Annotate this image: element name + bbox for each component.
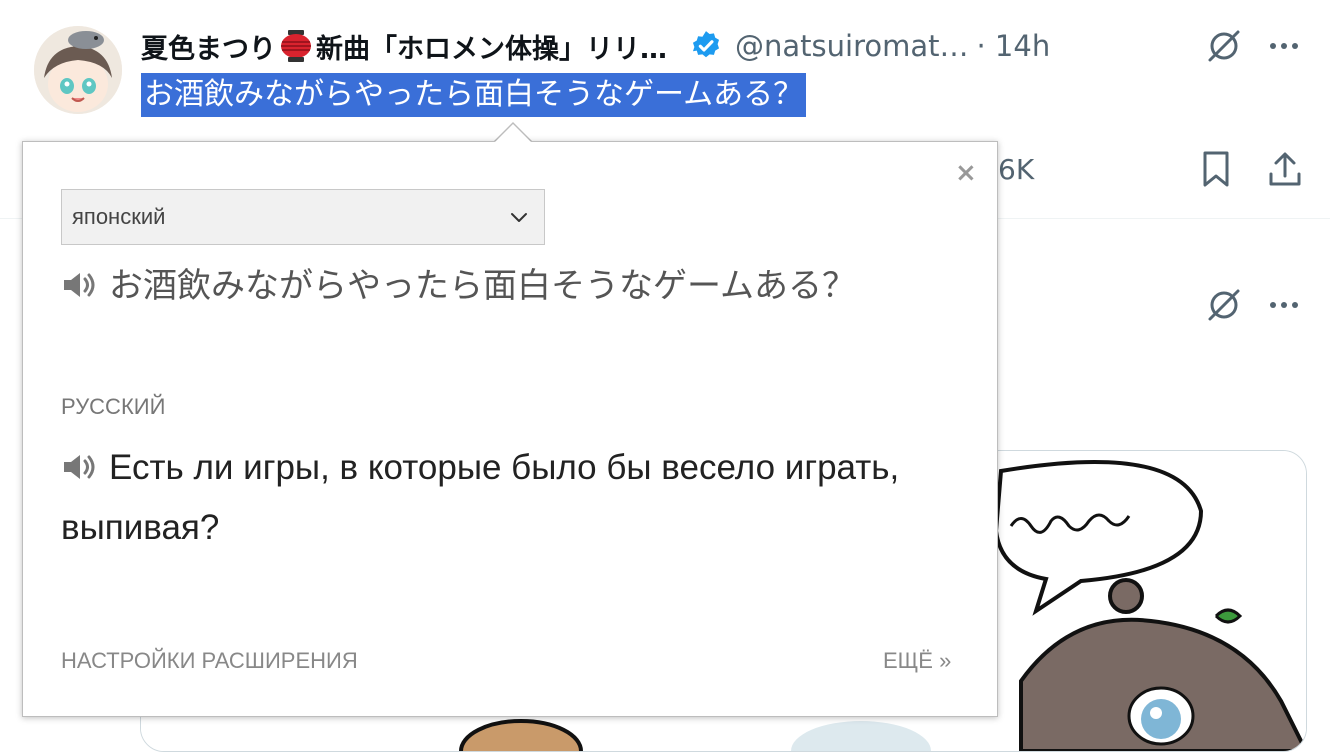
speaker-icon[interactable] <box>61 452 97 482</box>
author-avatar[interactable] <box>34 26 122 114</box>
target-language-label: РУССКИЙ <box>61 394 166 419</box>
more-icon[interactable] <box>1266 287 1302 323</box>
popup-arrow-inner <box>495 124 531 142</box>
speaker-icon[interactable] <box>61 270 97 300</box>
bookmark-icon[interactable] <box>1198 150 1234 188</box>
translator-popup: × японский お酒飲みながらやったら面白そうなゲームある？ РУССКИ… <box>22 141 998 717</box>
more-link[interactable]: ЕЩЁ » <box>883 648 951 674</box>
tweet-timestamp[interactable]: · 14h <box>977 29 1051 63</box>
more-icon[interactable] <box>1266 28 1302 64</box>
translated-text: Есть ли игры, в которые было бы весело и… <box>61 448 900 547</box>
source-text: お酒飲みながらやったら面白そうなゲームある？ <box>109 266 856 306</box>
translation-block: Есть ли игры, в которые было бы весело и… <box>61 438 941 558</box>
author-name-continued[interactable]: 新曲「ホロメン体操」リリ… <box>316 27 667 66</box>
share-icon[interactable] <box>1266 150 1304 188</box>
close-icon[interactable]: × <box>955 160 977 186</box>
source-text-block: お酒飲みながらやったら面白そうなゲームある？ <box>61 256 941 316</box>
extension-settings-link[interactable]: НАСТРОЙКИ РАСШИРЕНИЯ <box>61 648 358 674</box>
author-name[interactable]: 夏色まつり <box>141 27 276 66</box>
author-handle[interactable]: @natsuiromat… <box>735 29 969 63</box>
chevron-down-icon <box>511 213 527 222</box>
tweet-author-row: 夏色まつり 新曲「ホロメン体操」リリ… @natsuiromat… · 14h <box>141 24 1330 68</box>
grok-icon[interactable] <box>1206 28 1242 64</box>
lantern-emoji-icon <box>281 30 311 62</box>
source-language-value: японский <box>72 204 166 229</box>
action-count[interactable]: 6K <box>998 153 1034 186</box>
grok-icon[interactable] <box>1206 287 1242 323</box>
source-language-select[interactable]: японский <box>61 189 545 245</box>
tweet-text-selected[interactable]: お酒飲みながらやったら面白そうなゲームある？ <box>141 73 807 117</box>
verified-badge-icon <box>692 31 720 58</box>
